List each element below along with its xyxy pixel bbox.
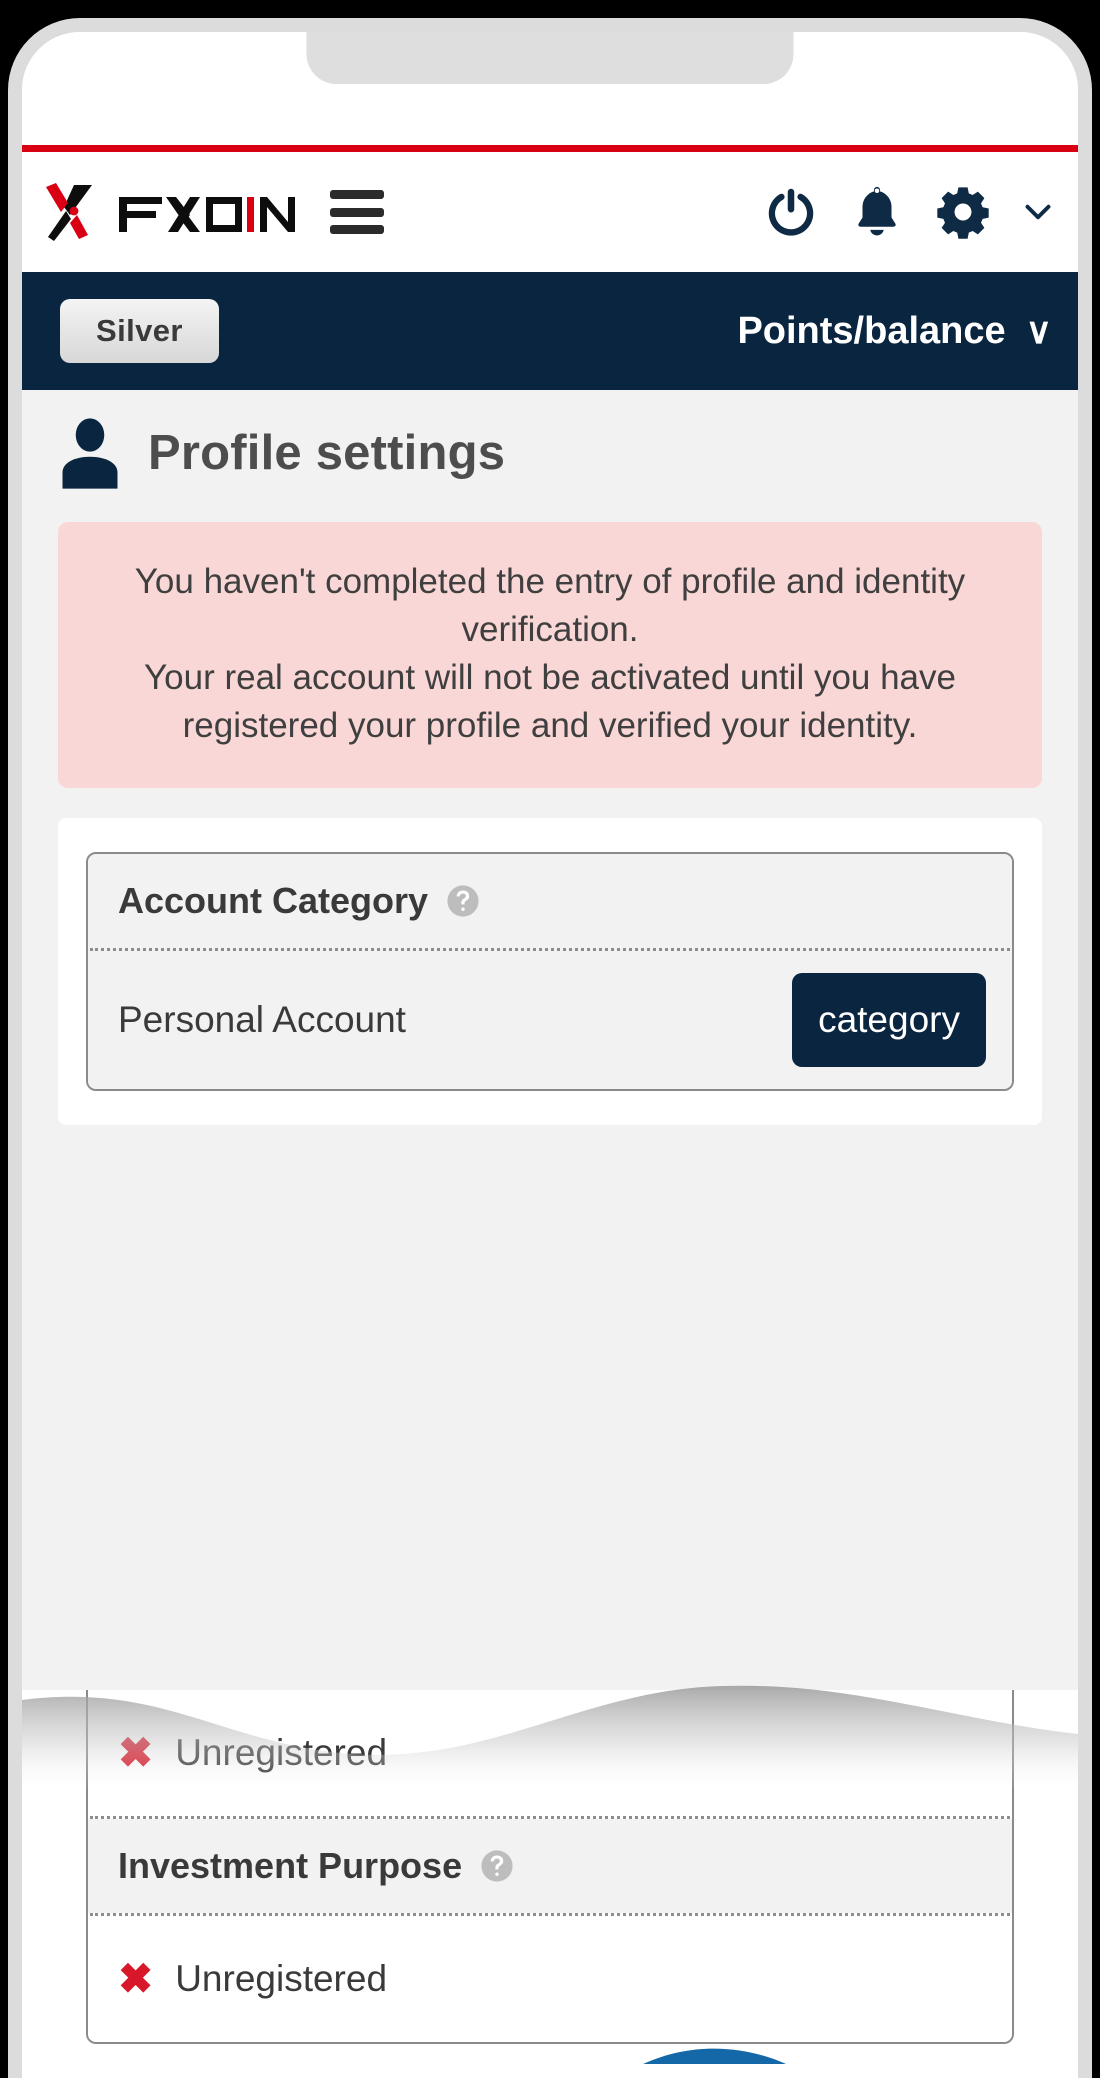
unregistered-x-icon: ✖ [118,1955,154,2002]
user-person-icon [62,418,118,489]
page-title: Profile settings [148,426,506,480]
alert-line-1: You haven't completed the entry of profi… [134,562,966,649]
investment-purpose-label: Investment Purpose [118,1845,463,1886]
notification-bell-icon[interactable] [848,183,906,241]
profile-fields-card: Account Category Personal Account catego… [58,817,1042,1125]
hamburger-bar [330,190,384,199]
alert-line-2: Your real account will not be activated … [144,657,956,745]
lower-field-group: ✖ Unregistered Investment Purpose ✖ Unre… [86,1690,1014,2044]
investment-purpose-value-row: ✖ Unregistered [88,1916,1012,2042]
fxon-mark-icon [46,183,92,241]
change-category-button[interactable]: category [792,972,986,1067]
phone-body: Silver Points/balance ∨ Profile settings… [8,18,1092,2078]
unregistered-x-icon: ✖ [118,1729,154,1776]
account-category-label: Account Category [118,879,429,921]
power-icon[interactable] [762,183,820,241]
hamburger-menu-icon[interactable] [330,190,384,234]
lower-fields-section: ✖ Unregistered Investment Purpose ✖ Unre… [22,1690,1078,2064]
app-screen: Silver Points/balance ∨ Profile settings… [22,32,1078,2064]
account-category-label-row: Account Category [88,853,1012,948]
help-question-icon[interactable] [480,1849,514,1883]
points-balance-toggle[interactable]: Points/balance ∨ [737,310,1052,353]
prior-field-value: Unregistered [175,1732,388,1773]
fxon-wordmark-icon [119,197,295,232]
phone-frame: Silver Points/balance ∨ Profile settings… [0,0,1100,2078]
app-header [22,152,1078,272]
page-body: Profile settings You haven't completed t… [22,390,1078,2064]
investment-purpose-value: Unregistered [175,1958,388,1999]
account-category-value: Personal Account [118,998,406,1040]
brand-accent-rule [22,145,1078,152]
investment-purpose-label-row: Investment Purpose [88,1819,1012,1913]
hamburger-bar [330,207,384,217]
settings-gear-icon[interactable] [934,183,992,241]
profile-incomplete-alert: You haven't completed the entry of profi… [58,522,1042,788]
phone-notch [306,32,794,84]
points-balance-label: Points/balance [737,309,1006,352]
chevron-down-icon: ∨ [1025,310,1052,351]
hamburger-bar [330,225,384,234]
header-actions [762,183,1056,241]
account-category-group: Account Category Personal Account catego… [86,851,1014,1091]
fxon-logo[interactable] [40,181,298,243]
rank-badge[interactable]: Silver [60,299,219,363]
rank-status-bar: Silver Points/balance ∨ [22,272,1078,390]
account-category-value-row: Personal Account category [88,950,1012,1089]
help-question-icon[interactable] [446,884,480,918]
prior-field-value-row: ✖ Unregistered [88,1690,1012,1816]
page-header: Profile settings [22,390,1078,510]
chevron-down-icon[interactable] [1020,194,1056,230]
lower-fields-card: ✖ Unregistered Investment Purpose ✖ Unre… [58,1690,1042,2044]
